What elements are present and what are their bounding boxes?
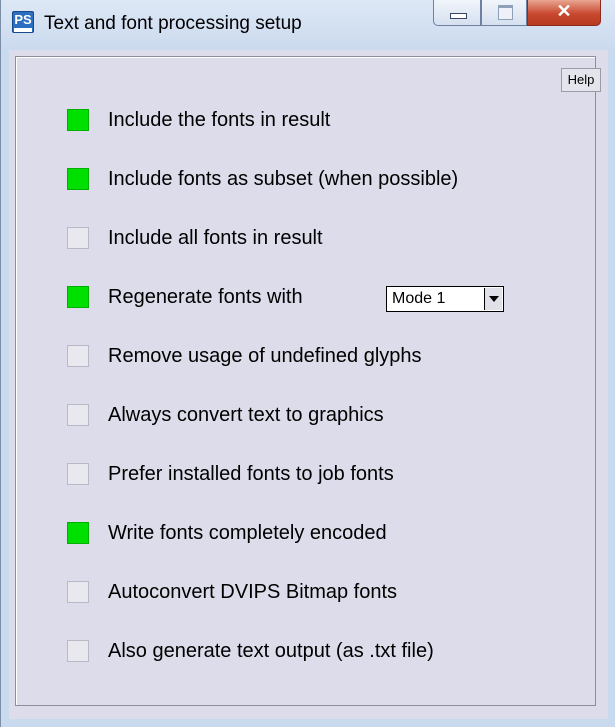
option-label: Regenerate fonts with bbox=[108, 286, 303, 308]
dialog-body: Help Include the fonts in result Include… bbox=[9, 50, 608, 719]
checkbox[interactable] bbox=[67, 581, 89, 603]
app-icon: PS bbox=[12, 11, 34, 33]
option-label: Prefer installed fonts to job fonts bbox=[108, 463, 394, 485]
option-label: Include the fonts in result bbox=[108, 109, 331, 131]
minimize-button[interactable] bbox=[433, 0, 481, 26]
option-label: Include all fonts in result bbox=[108, 227, 323, 249]
dialog-window: PS Text and font processing setup ✕ Help… bbox=[0, 0, 615, 727]
app-icon-text: PS bbox=[14, 12, 32, 27]
checkbox[interactable] bbox=[67, 463, 89, 485]
window-title: Text and font processing setup bbox=[44, 13, 302, 34]
option-label: Write fonts completely encoded bbox=[108, 522, 387, 544]
checkbox[interactable] bbox=[67, 109, 89, 131]
option-label: Always convert text to graphics bbox=[108, 404, 384, 426]
close-icon: ✕ bbox=[556, 1, 572, 21]
checkbox[interactable] bbox=[67, 286, 89, 308]
maximize-icon bbox=[498, 5, 513, 20]
mode-select-value: Mode 1 bbox=[392, 290, 446, 307]
options-panel bbox=[15, 56, 596, 706]
minimize-icon bbox=[450, 13, 467, 19]
close-button[interactable]: ✕ bbox=[527, 0, 601, 26]
option-label: Include fonts as subset (when possible) bbox=[108, 168, 459, 190]
title-bar[interactable]: PS Text and font processing setup ✕ bbox=[1, 0, 615, 50]
maximize-button[interactable] bbox=[481, 0, 527, 26]
chevron-down-icon[interactable] bbox=[484, 288, 502, 310]
checkbox[interactable] bbox=[67, 227, 89, 249]
checkbox[interactable] bbox=[67, 640, 89, 662]
option-label: Also generate text output (as .txt file) bbox=[108, 640, 434, 662]
checkbox[interactable] bbox=[67, 522, 89, 544]
help-button[interactable]: Help bbox=[561, 68, 601, 92]
option-label: Autoconvert DVIPS Bitmap fonts bbox=[108, 581, 398, 603]
checkbox[interactable] bbox=[67, 404, 89, 426]
mode-select[interactable]: Mode 1 bbox=[386, 286, 504, 312]
option-label: Remove usage of undefined glyphs bbox=[108, 345, 422, 367]
checkbox[interactable] bbox=[67, 168, 89, 190]
checkbox[interactable] bbox=[67, 345, 89, 367]
